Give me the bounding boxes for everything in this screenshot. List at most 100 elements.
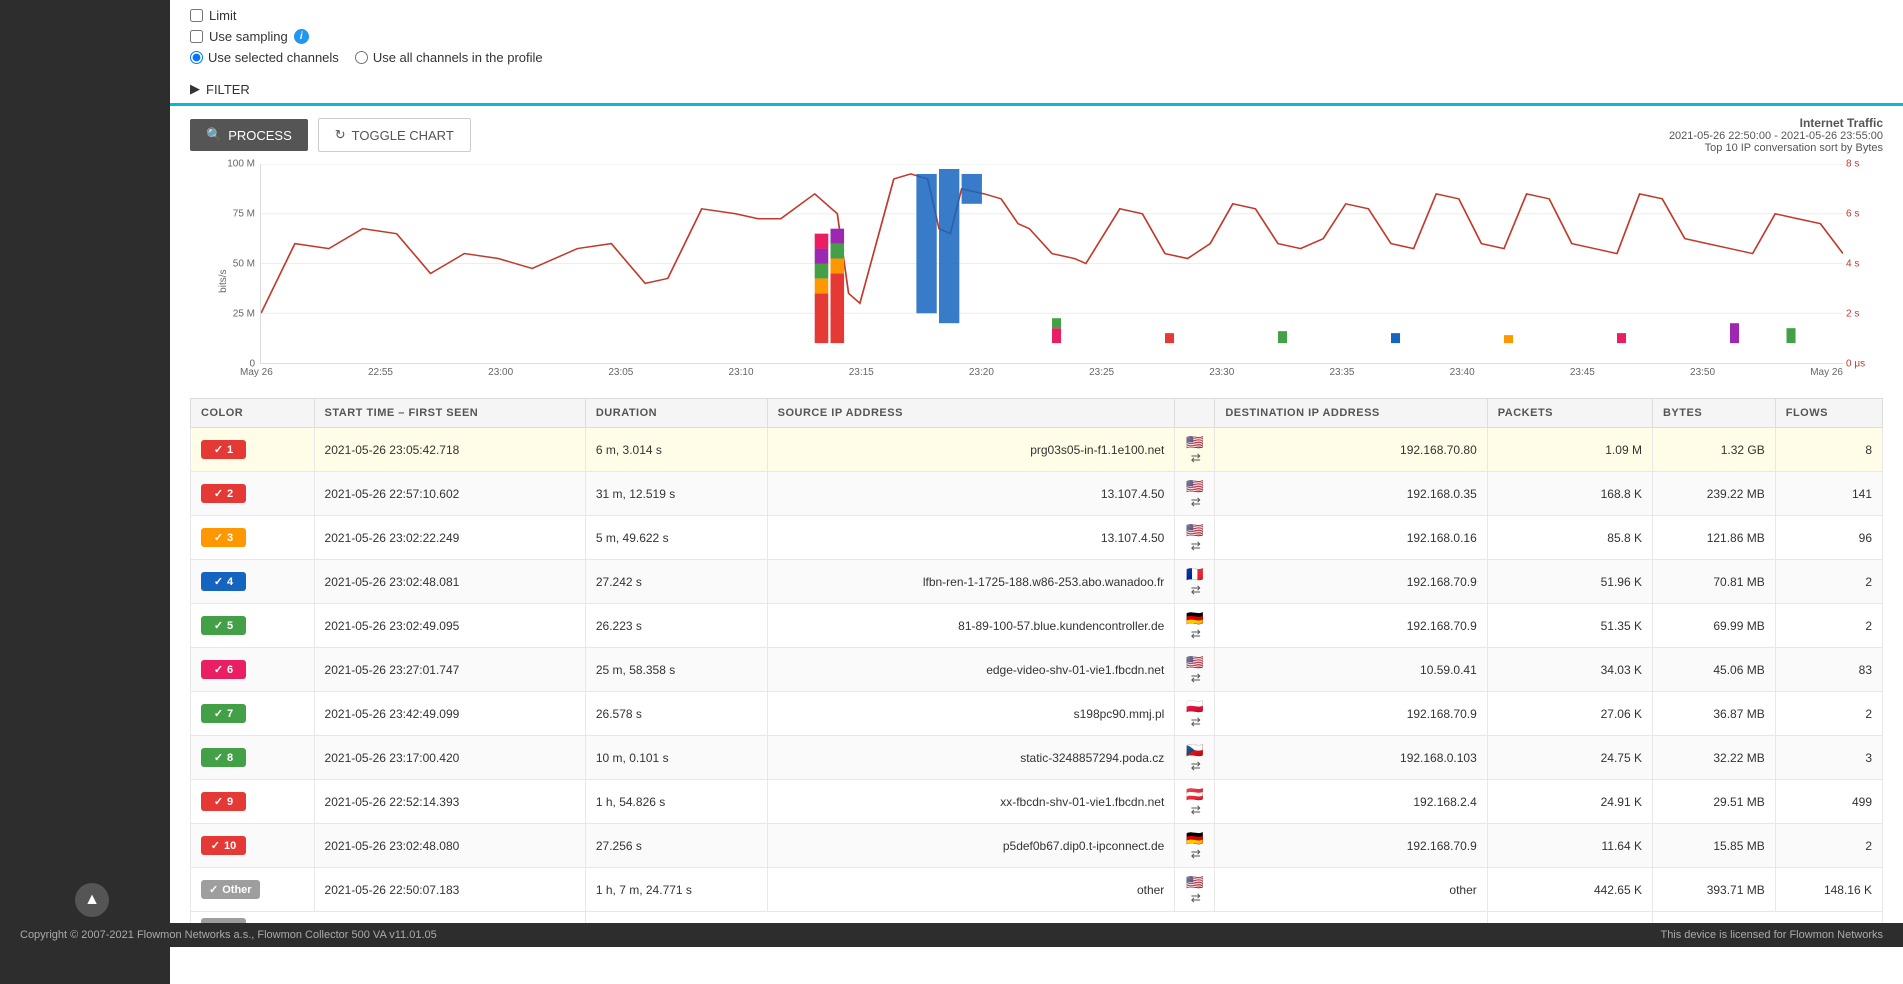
flows-cell-5: 83	[1775, 648, 1882, 692]
check-icon-4: ✓	[214, 619, 223, 632]
color-number-3: 4	[227, 576, 233, 588]
duration-cell-9: 27.256 s	[585, 824, 767, 868]
color-cell-1: ✓ 2	[191, 472, 315, 516]
bytes-cell-0: 1.32 GB	[1652, 428, 1775, 472]
flags-cell-0: 🇺🇸 ⇄	[1175, 428, 1215, 472]
packets-cell-4: 51.35 K	[1487, 604, 1652, 648]
src-ip-cell-9: p5def0b67.dip0.t-ipconnect.de	[767, 824, 1175, 868]
flag-icon-4: 🇩🇪	[1186, 610, 1203, 626]
bytes-cell-10: 393.71 MB	[1652, 868, 1775, 912]
check-icon-0: ✓	[214, 443, 223, 456]
bytes-cell-1: 239.22 MB	[1652, 472, 1775, 516]
use-selected-channels-option[interactable]: Use selected channels	[190, 50, 339, 65]
bidir-icon-4: ⇄	[1191, 627, 1201, 641]
y-label-50m: 50 M	[233, 259, 255, 270]
bytes-cell-4: 69.99 MB	[1652, 604, 1775, 648]
check-icon-2: ✓	[214, 531, 223, 544]
check-icon-10: ✓	[209, 883, 218, 896]
packets-cell-9: 11.64 K	[1487, 824, 1652, 868]
x-label-2320: 23:20	[969, 367, 994, 378]
color-badge-8[interactable]: ✓ 9	[201, 792, 246, 811]
color-badge-10[interactable]: ✓ Other	[201, 880, 260, 899]
use-sampling-checkbox[interactable]	[190, 30, 203, 43]
duration-cell-10: 1 h, 7 m, 24.771 s	[585, 868, 767, 912]
flags-cell-3: 🇫🇷 ⇄	[1175, 560, 1215, 604]
y-axis: 100 M 75 M 50 M 25 M 0 bits/s	[210, 164, 260, 364]
filter-section: ▶ FILTER	[170, 75, 1903, 106]
color-badge-5[interactable]: ✓ 6	[201, 660, 246, 679]
color-cell-4: ✓ 5	[191, 604, 315, 648]
color-number-0: 1	[227, 444, 233, 456]
table-header-row: COLOR START TIME – FIRST SEEN DURATION S…	[191, 399, 1883, 428]
limit-option: Limit	[190, 8, 1883, 23]
dst-ip-cell-9: 192.168.70.9	[1215, 824, 1487, 868]
x-label-2345: 23:45	[1570, 367, 1595, 378]
use-all-channels-option[interactable]: Use all channels in the profile	[355, 50, 543, 65]
data-table: COLOR START TIME – FIRST SEEN DURATION S…	[190, 398, 1883, 944]
limit-label: Limit	[209, 8, 236, 23]
bidir-icon-7: ⇄	[1191, 759, 1201, 773]
refresh-icon: ↻	[335, 127, 346, 143]
color-cell-10: ✓ Other	[191, 868, 315, 912]
table-row: ✓ 2 2021-05-26 22:57:10.602 31 m, 12.519…	[191, 472, 1883, 516]
packets-cell-0: 1.09 M	[1487, 428, 1652, 472]
flows-cell-0: 8	[1775, 428, 1882, 472]
flows-cell-1: 141	[1775, 472, 1882, 516]
flows-cell-9: 2	[1775, 824, 1882, 868]
color-badge-1[interactable]: ✓ 2	[201, 484, 246, 503]
start-time-cell-5: 2021-05-26 23:27:01.747	[314, 648, 585, 692]
color-number-1: 2	[227, 488, 233, 500]
bidir-icon-1: ⇄	[1191, 495, 1201, 509]
color-number-4: 5	[227, 620, 233, 632]
table-row: ✓ 3 2021-05-26 23:02:22.249 5 m, 49.622 …	[191, 516, 1883, 560]
duration-cell-4: 26.223 s	[585, 604, 767, 648]
color-badge-9[interactable]: ✓ 10	[201, 836, 246, 855]
bidir-icon-5: ⇄	[1191, 671, 1201, 685]
filter-arrow-icon: ▶	[190, 81, 200, 97]
color-badge-6[interactable]: ✓ 7	[201, 704, 246, 723]
color-number-7: 8	[227, 752, 233, 764]
col-start-time: START TIME – FIRST SEEN	[314, 399, 585, 428]
bidir-icon-9: ⇄	[1191, 847, 1201, 861]
duration-cell-3: 27.242 s	[585, 560, 767, 604]
use-selected-channels-radio[interactable]	[190, 51, 203, 64]
col-duration: DURATION	[585, 399, 767, 428]
r-y-label-4s: 4 s	[1846, 259, 1859, 270]
scroll-top-button[interactable]: ▲	[75, 883, 109, 917]
src-ip-cell-1: 13.107.4.50	[767, 472, 1175, 516]
color-badge-0[interactable]: ✓ 1	[201, 440, 246, 459]
use-all-channels-radio[interactable]	[355, 51, 368, 64]
dst-ip-cell-0: 192.168.70.80	[1215, 428, 1487, 472]
packets-cell-8: 24.91 K	[1487, 780, 1652, 824]
color-badge-7[interactable]: ✓ 8	[201, 748, 246, 767]
flags-cell-4: 🇩🇪 ⇄	[1175, 604, 1215, 648]
bidir-icon-2: ⇄	[1191, 539, 1201, 553]
x-label-2340: 23:40	[1450, 367, 1475, 378]
col-color: COLOR	[191, 399, 315, 428]
copyright-text: Copyright © 2007-2021 Flowmon Networks a…	[20, 929, 437, 941]
start-time-cell-3: 2021-05-26 23:02:48.081	[314, 560, 585, 604]
duration-cell-1: 31 m, 12.519 s	[585, 472, 767, 516]
table-row: ✓ 7 2021-05-26 23:42:49.099 26.578 s s19…	[191, 692, 1883, 736]
limit-checkbox[interactable]	[190, 9, 203, 22]
color-badge-3[interactable]: ✓ 4	[201, 572, 246, 591]
color-number-2: 3	[227, 532, 233, 544]
toggle-chart-button[interactable]: ↻ TOGGLE CHART	[318, 118, 471, 152]
chart-title: Internet Traffic	[1669, 116, 1883, 130]
bytes-cell-2: 121.86 MB	[1652, 516, 1775, 560]
license-text: This device is licensed for Flowmon Netw…	[1660, 929, 1883, 941]
color-badge-4[interactable]: ✓ 5	[201, 616, 246, 635]
start-time-cell-9: 2021-05-26 23:02:48.080	[314, 824, 585, 868]
flows-cell-10: 148.16 K	[1775, 868, 1882, 912]
start-time-cell-7: 2021-05-26 23:17:00.420	[314, 736, 585, 780]
dst-ip-cell-4: 192.168.70.9	[1215, 604, 1487, 648]
start-time-cell-6: 2021-05-26 23:42:49.099	[314, 692, 585, 736]
use-all-channels-label: Use all channels in the profile	[373, 50, 543, 65]
process-button[interactable]: 🔍 PROCESS	[190, 119, 308, 151]
filter-toggle[interactable]: ▶ FILTER	[190, 81, 1883, 97]
r-y-label-0us: 0 μs	[1846, 359, 1865, 370]
table-section: COLOR START TIME – FIRST SEEN DURATION S…	[170, 378, 1903, 984]
sampling-info-icon[interactable]: i	[294, 29, 309, 44]
bytes-cell-5: 45.06 MB	[1652, 648, 1775, 692]
color-badge-2[interactable]: ✓ 3	[201, 528, 246, 547]
